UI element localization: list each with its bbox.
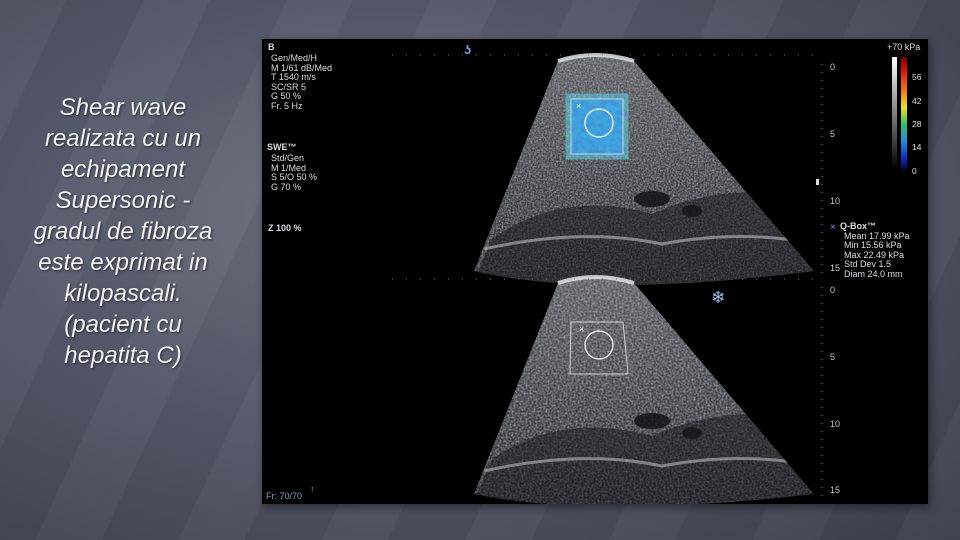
- top-sector-scan: [474, 55, 814, 285]
- svg-text:×: ×: [579, 324, 584, 334]
- qbox-measurements: × Q-Box™ Mean 17.99 kPa Min 15.56 kPa Ma…: [830, 221, 910, 279]
- grayscale-bar: [892, 57, 897, 169]
- scale-label: 28: [912, 119, 922, 129]
- param-line: G 70 %: [271, 181, 302, 192]
- depth-label-top: 5: [830, 129, 836, 139]
- scale-label: 42: [912, 96, 922, 106]
- caption-line: Supersonic -: [55, 187, 191, 214]
- mode-label: B: [268, 42, 275, 52]
- svg-text:×: ×: [576, 101, 581, 111]
- kpa-color-bar: [901, 57, 907, 169]
- caption-line: gradul de fibroza: [33, 218, 213, 245]
- caption-line: realizata cu un: [44, 125, 202, 152]
- swe-title: SWE™: [267, 142, 297, 152]
- caption-line: hepatita C): [64, 342, 182, 369]
- depth-label-top: 0: [830, 62, 836, 72]
- caption-line: (pacient cu: [64, 311, 182, 338]
- frame-counter[interactable]: Fr: 70/70: [266, 491, 302, 502]
- ultrasound-image: × × B Gen/Med/H M 1/61 dB/Med T 1540 m/s…: [262, 39, 928, 504]
- depth-label-top: 15: [830, 263, 841, 273]
- qbox-diam: Diam 24.0 mm: [844, 268, 903, 279]
- depth-label-top: 10: [830, 196, 841, 206]
- scale-label: 14: [912, 142, 922, 152]
- scale-label: 56: [912, 72, 922, 82]
- caption-line: Shear wave: [59, 94, 187, 121]
- caption-line: kilopascali.: [64, 280, 182, 307]
- caption-line: este exprimat in: [38, 249, 208, 276]
- depth-label-bottom: 0: [830, 285, 836, 295]
- scale-label: 0: [912, 166, 917, 176]
- slide-caption: Shear wave realizata cu un echipament Su…: [4, 92, 242, 371]
- param-line: Fr. 5 Hz: [271, 100, 303, 111]
- zoom-label: Z 100 %: [268, 223, 302, 233]
- probe-orientation-icon: ʖ: [464, 42, 472, 57]
- swe-params: Std/Gen M 1/Med S 5/O 50 % G 70 %: [271, 153, 317, 192]
- depth-label-bottom: 15: [830, 485, 841, 495]
- ultrasound-scan-graphic: × ×: [392, 53, 907, 504]
- b-mode-params: Gen/Med/H M 1/61 dB/Med T 1540 m/s SC/SR…: [271, 53, 332, 112]
- depth-label-bottom: 10: [830, 419, 841, 429]
- depth-label-bottom: 5: [830, 352, 836, 362]
- scale-title: +70 kPa: [887, 42, 921, 52]
- caption-line: echipament: [60, 156, 186, 183]
- x-marker-icon: ×: [830, 222, 836, 233]
- cine-marker-icon: ↑: [310, 484, 315, 494]
- bottom-sector-scan: [474, 277, 814, 504]
- snowflake-freeze-icon[interactable]: ❄: [711, 289, 725, 306]
